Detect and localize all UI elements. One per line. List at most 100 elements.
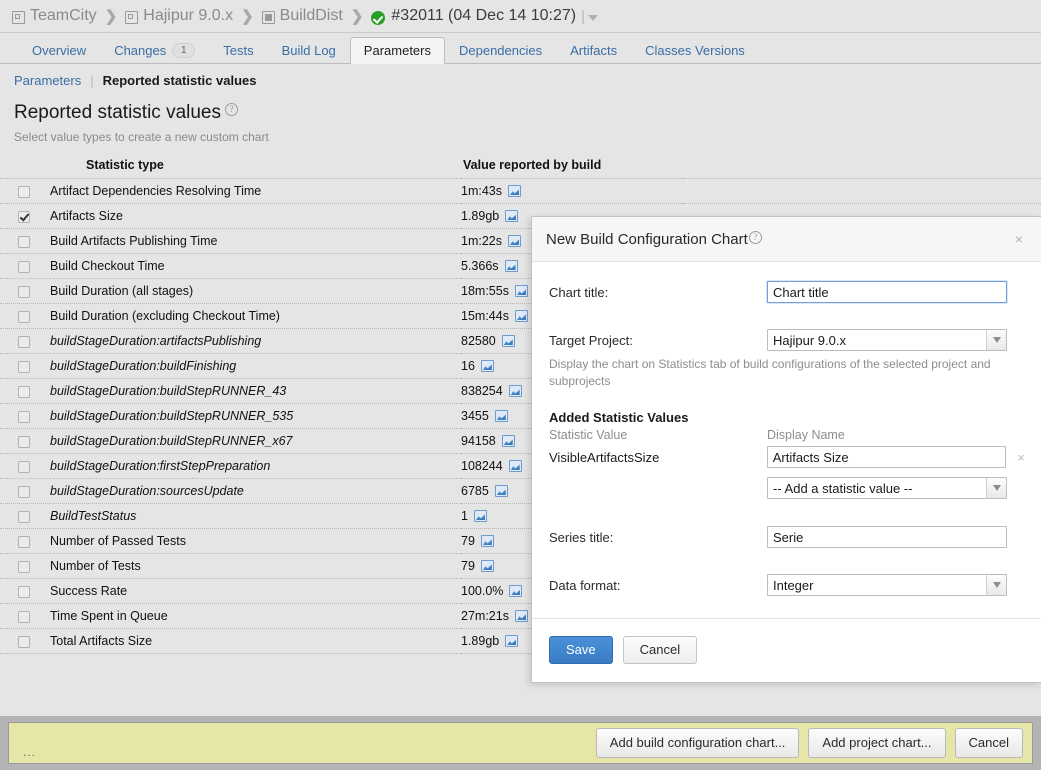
breadcrumb-item-buildtype[interactable]: BuildDist xyxy=(261,7,343,25)
chart-icon[interactable] xyxy=(514,285,528,297)
target-project-select[interactable]: Hajipur 9.0.x xyxy=(767,329,1007,351)
tab-classes-versions[interactable]: Classes Versions xyxy=(631,37,759,64)
row-checkbox[interactable] xyxy=(18,410,30,423)
tab-label: Parameters xyxy=(363,43,431,58)
add-statistic-value-select[interactable]: -- Add a statistic value -- xyxy=(767,477,1007,499)
row-checkbox[interactable] xyxy=(18,210,30,223)
data-format-row: Data format: Integer xyxy=(549,574,1025,596)
row-checkbox[interactable] xyxy=(18,560,30,573)
row-statistic-type: Total Artifacts Size xyxy=(50,628,461,654)
chart-icon[interactable] xyxy=(514,610,528,622)
row-checkbox[interactable] xyxy=(18,185,30,198)
chart-icon[interactable] xyxy=(494,410,508,422)
chevron-down-icon[interactable] xyxy=(588,15,599,21)
row-checkbox[interactable] xyxy=(18,285,30,298)
chart-icon[interactable] xyxy=(508,385,522,397)
row-value: 100.0% xyxy=(461,584,504,598)
row-checkbox[interactable] xyxy=(18,235,30,248)
chart-icon[interactable] xyxy=(505,210,519,222)
row-checkbox[interactable] xyxy=(18,435,30,448)
row-value: 27m:21s xyxy=(461,609,509,623)
row-value: 108244 xyxy=(461,459,503,473)
tab-label: Overview xyxy=(32,43,87,58)
row-statistic-type: buildStageDuration:sourcesUpdate xyxy=(50,478,461,504)
tab-artifacts[interactable]: Artifacts xyxy=(556,37,631,64)
breadcrumb-item-project[interactable]: Hajipur 9.0.x xyxy=(125,7,233,25)
row-checkbox[interactable] xyxy=(18,510,30,523)
build-type-icon xyxy=(261,10,275,24)
help-icon[interactable]: ? xyxy=(748,231,762,244)
tab-build-log[interactable]: Build Log xyxy=(268,37,350,64)
bottom-action-bar-inner: ... Add build configuration chart... Add… xyxy=(8,722,1033,764)
chart-icon[interactable] xyxy=(508,460,522,472)
row-value: 1m:22s xyxy=(461,234,502,248)
row-statistic-type: Build Artifacts Publishing Time xyxy=(50,228,461,254)
chart-icon[interactable] xyxy=(505,635,519,647)
subnav-separator: | xyxy=(90,73,94,88)
subnav-link-parameters[interactable]: Parameters xyxy=(14,73,81,88)
series-title-input[interactable] xyxy=(767,526,1007,548)
row-statistic-type: buildStageDuration:buildStepRUNNER_535 xyxy=(50,403,461,429)
chart-icon[interactable] xyxy=(504,260,518,272)
chart-icon[interactable] xyxy=(501,335,515,347)
row-value: 3455 xyxy=(461,409,489,423)
chart-icon[interactable] xyxy=(514,310,528,322)
row-statistic-type: Number of Tests xyxy=(50,553,461,579)
chart-icon[interactable] xyxy=(480,560,494,572)
row-checkbox[interactable] xyxy=(18,335,30,348)
page-title: Reported statistic values ? xyxy=(0,88,1041,124)
chart-icon[interactable] xyxy=(508,235,521,247)
chart-icon[interactable] xyxy=(480,360,494,372)
data-format-select[interactable]: Integer xyxy=(767,574,1007,596)
page-subtitle: Select value types to create a new custo… xyxy=(14,130,269,144)
breadcrumb: TeamCity ❯ Hajipur 9.0.x ❯ BuildDist ❯ #… xyxy=(0,0,1041,33)
save-button[interactable]: Save xyxy=(549,636,613,664)
row-checkbox[interactable] xyxy=(18,260,30,273)
row-checkbox-cell xyxy=(0,303,50,329)
chart-icon[interactable] xyxy=(494,485,508,497)
chart-title-input[interactable] xyxy=(767,281,1007,303)
series-title-row: Series title: xyxy=(549,526,1025,548)
tab-changes[interactable]: Changes 1 xyxy=(100,37,209,64)
row-checkbox[interactable] xyxy=(18,485,30,498)
row-value: 6785 xyxy=(461,484,489,498)
breadcrumb-item-build[interactable]: #32011 (04 Dec 14 10:27) xyxy=(371,7,576,25)
close-icon[interactable]: × xyxy=(1013,231,1025,247)
row-checkbox[interactable] xyxy=(18,635,30,648)
add-build-configuration-chart-button[interactable]: Add build configuration chart... xyxy=(595,728,800,758)
row-checkbox[interactable] xyxy=(18,460,30,473)
breadcrumb-item-teamcity[interactable]: TeamCity xyxy=(12,7,97,25)
row-value: 82580 xyxy=(461,334,496,348)
tab-parameters[interactable]: Parameters xyxy=(349,37,445,64)
breadcrumb-label: Hajipur 9.0.x xyxy=(143,7,234,24)
row-value: 1.89gb xyxy=(461,634,500,648)
subnav-current: Reported statistic values xyxy=(102,73,257,88)
cancel-button[interactable]: Cancel xyxy=(622,636,698,664)
row-checkbox[interactable] xyxy=(18,310,30,323)
row-statistic-type: buildStageDuration:buildStepRUNNER_x67 xyxy=(50,428,461,454)
chart-icon[interactable] xyxy=(501,435,515,447)
chart-icon[interactable] xyxy=(480,535,494,547)
row-checkbox[interactable] xyxy=(18,535,30,548)
display-name-input[interactable] xyxy=(766,446,1007,468)
row-value: 94158 xyxy=(461,434,496,448)
chart-icon[interactable] xyxy=(508,185,521,197)
chart-icon[interactable] xyxy=(473,510,487,522)
tab-overview[interactable]: Overview xyxy=(18,37,100,64)
chart-icon[interactable] xyxy=(509,585,523,597)
chevron-down-icon xyxy=(986,575,1006,595)
row-checkbox[interactable] xyxy=(18,585,30,598)
help-icon[interactable]: ? xyxy=(225,103,238,116)
tab-tests[interactable]: Tests xyxy=(209,37,267,64)
add-project-chart-button[interactable]: Add project chart... xyxy=(808,728,946,758)
row-checkbox-cell xyxy=(0,428,50,454)
row-checkbox[interactable] xyxy=(18,610,30,623)
row-checkbox[interactable] xyxy=(18,360,30,373)
row-checkbox[interactable] xyxy=(18,385,30,398)
remove-statistic-value-icon[interactable]: × xyxy=(1017,450,1025,465)
add-statistic-value-placeholder: -- Add a statistic value -- xyxy=(773,480,913,496)
tab-dependencies[interactable]: Dependencies xyxy=(445,37,556,64)
header-value-reported: Value reported by build xyxy=(461,156,683,179)
bottom-cancel-button[interactable]: Cancel xyxy=(954,728,1023,758)
row-statistic-type: Build Checkout Time xyxy=(50,253,461,279)
